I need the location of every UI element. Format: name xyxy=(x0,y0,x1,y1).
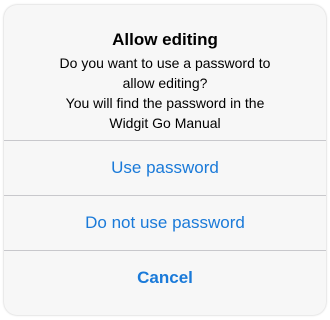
alert-title: Allow editing xyxy=(112,30,218,49)
do-not-use-password-button[interactable]: Do not use password xyxy=(4,196,326,250)
use-password-button[interactable]: Use password xyxy=(4,141,326,195)
alert-message-line: You will find the password in the xyxy=(65,95,265,111)
cancel-button[interactable]: Cancel xyxy=(4,251,326,305)
alert-dialog: Allow editing Do you want to use a passw… xyxy=(4,5,326,315)
alert-content: Allow editing Do you want to use a passw… xyxy=(4,5,326,140)
alert-message: Do you want to use a password to allow e… xyxy=(18,53,312,133)
alert-message-line: Do you want to use a password to xyxy=(59,55,271,71)
screen: Allow editing Do you want to use a passw… xyxy=(0,0,330,320)
alert-message-line: Widgit Go Manual xyxy=(109,115,221,131)
alert-message-line: allow editing? xyxy=(122,75,208,91)
